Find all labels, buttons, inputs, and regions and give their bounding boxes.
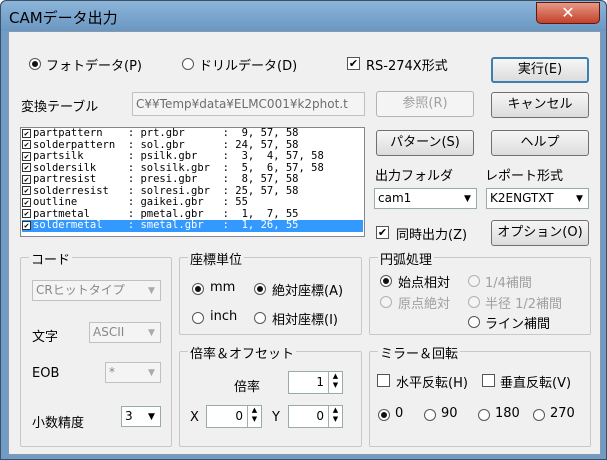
arc-processing-title: 円弧処理: [378, 249, 435, 268]
decimal-precision-label: 小数精度: [32, 416, 85, 431]
horizontal-flip-label: 水平反転(H): [396, 376, 468, 391]
scale-label: 倍率: [234, 380, 261, 395]
start-relative-radio[interactable]: [380, 275, 392, 287]
y-offset-label: Y: [272, 410, 280, 425]
rotation-90-label: 90: [441, 406, 458, 421]
execute-button[interactable]: 実行(E): [491, 57, 589, 83]
layer-checkbox[interactable]: ✔: [22, 140, 31, 149]
vertical-flip-checkbox[interactable]: [482, 374, 495, 387]
report-format-select[interactable]: K2ENGTXT ▼: [486, 188, 589, 209]
vertical-flip-label: 垂直反転(V): [500, 376, 572, 391]
dialog-client-area: フォトデータ(P) ドリルデータ(D) ✔ RS-274X形式 変換テーブル C…: [8, 31, 601, 455]
output-folder-label: 出力フォルダ: [375, 169, 454, 184]
line-interpolation-label: ライン補間: [485, 317, 551, 332]
layer-checkbox[interactable]: ✔: [22, 209, 31, 218]
code-group: コード CRヒットタイプ ▼ 文字 ASCII ▼ EOB * ▼ 小数精度 3…: [20, 249, 172, 447]
line-interpolation-radio[interactable]: [468, 316, 480, 328]
arc-processing-group: 円弧処理 始点相対 1/4補間 原点絶対 半径 1/2補間 ライン補間: [369, 249, 591, 335]
relative-coord-radio[interactable]: [254, 312, 266, 324]
y-offset-input[interactable]: 0 ▲ ▼: [288, 405, 343, 428]
x-offset-input[interactable]: 0 ▲ ▼: [206, 405, 262, 428]
rotation-0-label: 0: [395, 406, 404, 421]
scale-offset-title: 倍率＆オフセット: [188, 343, 297, 362]
chevron-down-icon[interactable]: ▼: [571, 189, 588, 208]
chevron-down-icon[interactable]: ▼: [143, 323, 160, 342]
cancel-button[interactable]: キャンセル: [491, 92, 589, 118]
quarter-interpolation-label: 1/4補間: [485, 276, 532, 291]
code-type-select[interactable]: CRヒットタイプ ▼: [32, 280, 161, 301]
charset-select[interactable]: ASCII ▼: [89, 322, 161, 343]
drill-data-radio[interactable]: [182, 58, 194, 70]
cam-output-dialog: CAMデータ出力 ✕ フォトデータ(P) ドリルデータ(D) ✔ RS-274X…: [0, 0, 607, 460]
layer-checkbox[interactable]: ✔: [22, 220, 31, 230]
drill-data-label: ドリルデータ(D): [199, 59, 298, 74]
inch-radio[interactable]: [192, 312, 204, 324]
layer-list-item-selected[interactable]: ✔ soldermetal : smetal.gbr : 1, 26, 55: [22, 219, 363, 232]
rotation-180-label: 180: [495, 406, 520, 421]
decimal-precision-select[interactable]: 3 ▼: [121, 406, 161, 427]
output-folder-select[interactable]: cam1 ▼: [374, 188, 477, 209]
layer-checkbox[interactable]: ✔: [22, 186, 31, 195]
mm-radio[interactable]: [192, 283, 204, 295]
mm-label: mm: [210, 280, 236, 295]
browse-button[interactable]: 参照(R): [376, 91, 474, 117]
chevron-down-icon[interactable]: ▼: [143, 281, 160, 300]
x-offset-label: X: [190, 410, 199, 425]
conversion-table-label: 変換テーブル: [21, 100, 99, 115]
layer-checkbox[interactable]: ✔: [22, 174, 31, 184]
start-relative-label: 始点相対: [398, 276, 451, 291]
code-group-title: コード: [29, 249, 73, 268]
close-button[interactable]: ✕: [536, 2, 600, 24]
layer-checkbox[interactable]: ✔: [22, 197, 31, 207]
eob-label: EOB: [32, 366, 60, 381]
photo-data-label: フォトデータ(P): [46, 59, 142, 74]
spin-buttons[interactable]: ▲ ▼: [328, 372, 342, 393]
relative-coord-label: 相対座標(I): [272, 313, 338, 328]
rotation-270-radio[interactable]: [533, 409, 545, 421]
rotation-90-radio[interactable]: [424, 409, 436, 421]
scale-input[interactable]: 1 ▲ ▼: [288, 371, 343, 394]
rotation-0-radio[interactable]: [378, 409, 390, 421]
mirror-rotation-group: ミラー＆回転 水平反転(H) 垂直反転(V) 0 90 180 270: [369, 343, 591, 447]
rotation-270-label: 270: [550, 406, 575, 421]
simultaneous-output-checkbox[interactable]: ✔: [376, 226, 389, 239]
photo-data-radio[interactable]: [29, 58, 41, 70]
chevron-down-icon[interactable]: ▼: [459, 189, 476, 208]
half-radius-radio[interactable]: [468, 296, 480, 308]
conversion-table-path[interactable]: C¥¥Temp¥data¥ELMC001¥k2phot.t: [132, 92, 365, 116]
layer-list[interactable]: ✔ partpattern : prt.gbr : 9, 57, 58 ✔ sold…: [20, 127, 365, 237]
help-button[interactable]: ヘルプ: [491, 130, 589, 156]
scale-offset-group: 倍率＆オフセット 倍率 1 ▲ ▼ X 0 ▲ ▼ Y 0 ▲ ▼: [179, 343, 362, 447]
spin-buttons[interactable]: ▲ ▼: [328, 406, 342, 427]
window-title: CAMデータ出力: [9, 9, 118, 27]
quarter-interpolation-radio[interactable]: [468, 275, 480, 287]
layer-checkbox[interactable]: ✔: [22, 151, 31, 161]
layer-checkbox[interactable]: ✔: [22, 128, 31, 138]
coordinate-unit-group: 座標単位 mm 絶対座標(A) inch 相対座標(I): [179, 249, 362, 335]
rs274x-label: RS-274X形式: [366, 59, 448, 74]
absolute-coord-label: 絶対座標(A): [272, 284, 344, 299]
origin-absolute-radio[interactable]: [380, 296, 392, 308]
rs274x-checkbox[interactable]: ✔: [347, 57, 360, 70]
option-button[interactable]: オプション(O): [491, 220, 589, 246]
chevron-down-icon[interactable]: ▼: [143, 363, 160, 382]
horizontal-flip-checkbox[interactable]: [377, 374, 390, 387]
simultaneous-output-label: 同時出力(Z): [396, 228, 468, 243]
charset-label: 文字: [32, 330, 59, 345]
spin-buttons[interactable]: ▲ ▼: [247, 406, 261, 427]
origin-absolute-label: 原点絶対: [398, 297, 451, 312]
chevron-down-icon[interactable]: ▼: [143, 407, 160, 426]
title-bar[interactable]: CAMデータ出力 ✕: [1, 1, 606, 31]
layer-checkbox[interactable]: ✔: [22, 163, 31, 172]
eob-select[interactable]: * ▼: [105, 362, 161, 383]
absolute-coord-radio[interactable]: [254, 283, 266, 295]
coordinate-unit-title: 座標単位: [188, 249, 245, 268]
report-format-label: レポート形式: [485, 169, 564, 184]
inch-label: inch: [210, 309, 238, 324]
half-radius-label: 半径 1/2補間: [485, 297, 563, 312]
pattern-button[interactable]: パターン(S): [376, 130, 474, 156]
mirror-rotation-title: ミラー＆回転: [378, 343, 461, 362]
rotation-180-radio[interactable]: [478, 409, 490, 421]
